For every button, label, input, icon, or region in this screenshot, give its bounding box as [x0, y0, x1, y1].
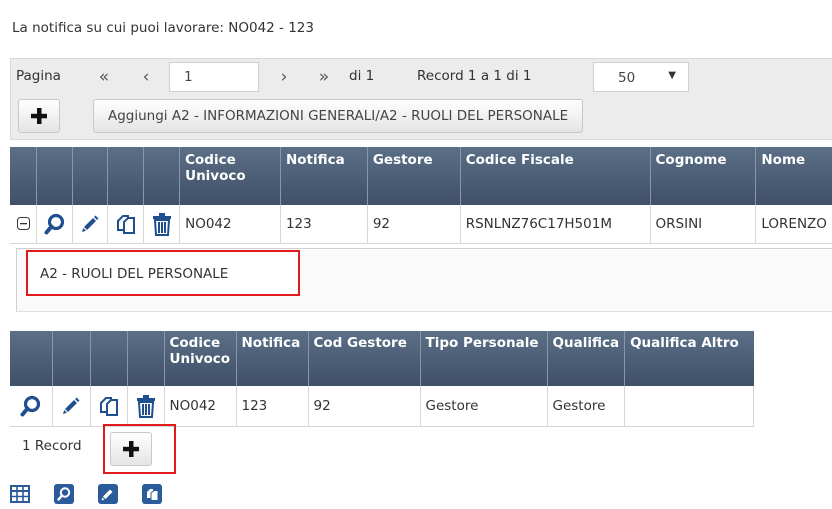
- cell-codice-fiscale: RSNLNZ76C17H501M: [460, 205, 651, 244]
- column-header-cod-gestore[interactable]: Cod Gestore: [308, 331, 421, 386]
- cell-cod-gestore: 92: [308, 386, 421, 427]
- cell-tipo-personale: Gestore: [420, 386, 548, 427]
- double-chevron-left-icon: «: [98, 67, 110, 87]
- pager-toolbar: Pagina « ‹ 1 › » di 1 Record 1 a 1 di 1 …: [10, 58, 832, 140]
- header-spacer: [107, 147, 145, 205]
- cell-notifica: 123: [280, 205, 368, 244]
- add-record-button[interactable]: Aggiungi A2 - INFORMAZIONI GENERALI/A2 -…: [93, 99, 584, 133]
- header-spacer: [10, 147, 38, 205]
- cell-gestore: 92: [367, 205, 461, 244]
- column-header-gestore[interactable]: Gestore: [367, 147, 461, 205]
- collapse-minus-icon[interactable]: [16, 217, 30, 231]
- delete-cell[interactable]: [127, 386, 165, 427]
- copy-icon[interactable]: [115, 213, 137, 235]
- pencil-icon[interactable]: [80, 214, 100, 234]
- column-header-nome[interactable]: Nome: [755, 147, 832, 205]
- subgrid-header: Codice Univoco Notifica Cod Gestore Tipo…: [10, 331, 754, 386]
- chevron-left-icon: ‹: [142, 67, 150, 87]
- trash-icon[interactable]: [135, 394, 157, 418]
- column-header-codice-fiscale[interactable]: Codice Fiscale: [460, 147, 651, 205]
- pencil-icon[interactable]: [98, 484, 118, 504]
- highlight-box: [103, 424, 176, 474]
- last-page-button[interactable]: »: [307, 62, 341, 92]
- search-icon[interactable]: [44, 213, 66, 235]
- page-title: La notifica su cui puoi lavorare: NO042 …: [12, 20, 314, 36]
- tab-ruoli-del-personale[interactable]: A2 - RUOLI DEL PERSONALE: [26, 250, 300, 296]
- main-grid-header: Codice Univoco Notifica Gestore Codice F…: [10, 147, 832, 205]
- column-header-cognome[interactable]: Cognome: [650, 147, 757, 205]
- column-header-qualifica[interactable]: Qualifica: [547, 331, 626, 386]
- search-icon[interactable]: [20, 395, 42, 417]
- column-header-tipo-personale[interactable]: Tipo Personale: [420, 331, 548, 386]
- copy-icon[interactable]: [98, 395, 120, 417]
- add-button[interactable]: [18, 99, 60, 133]
- cell-notifica: 123: [236, 386, 309, 427]
- cell-qualifica: Gestore: [547, 386, 626, 427]
- column-header-codice-univoco[interactable]: Codice Univoco: [164, 331, 237, 386]
- view-cell[interactable]: [10, 386, 53, 427]
- page-size-value: 50: [618, 70, 636, 86]
- prev-page-button[interactable]: ‹: [129, 62, 163, 92]
- table-row[interactable]: NO042 123 92 Gestore Gestore: [10, 386, 755, 427]
- column-header-qualifica-altro[interactable]: Qualifica Altro: [624, 331, 754, 386]
- chevron-right-icon: ›: [280, 67, 288, 87]
- column-header-notifica[interactable]: Notifica: [280, 147, 368, 205]
- view-cell[interactable]: [36, 205, 74, 244]
- header-spacer: [127, 331, 165, 386]
- records-range-label: Record 1 a 1 di 1: [417, 68, 532, 84]
- pencil-icon[interactable]: [61, 396, 81, 416]
- page-label: Pagina: [16, 68, 61, 84]
- cell-codice-univoco: NO042: [179, 205, 281, 244]
- expand-cell[interactable]: [10, 205, 38, 244]
- header-spacer: [90, 331, 128, 386]
- main-grid: Codice Univoco Notifica Gestore Codice F…: [10, 147, 832, 244]
- cell-codice-univoco: NO042: [164, 386, 237, 427]
- trash-icon[interactable]: [151, 212, 173, 236]
- cell-nome: LORENZO: [755, 205, 832, 244]
- next-page-button[interactable]: ›: [267, 62, 301, 92]
- subgrid-table: Codice Univoco Notifica Cod Gestore Tipo…: [10, 331, 755, 427]
- page-size-select[interactable]: 50 ▼: [593, 62, 689, 92]
- column-header-codice-univoco[interactable]: Codice Univoco: [179, 147, 281, 205]
- plus-icon: [31, 108, 47, 124]
- delete-cell[interactable]: [143, 205, 181, 244]
- page-number-input[interactable]: 1: [169, 62, 259, 92]
- subgrid-records-count: 1 Record: [22, 438, 82, 454]
- header-spacer: [52, 331, 91, 386]
- edit-cell[interactable]: [52, 386, 91, 427]
- search-icon[interactable]: [54, 484, 74, 504]
- cell-qualifica-altro: [624, 386, 755, 427]
- column-header-notifica[interactable]: Notifica: [236, 331, 309, 386]
- header-spacer: [10, 331, 53, 386]
- header-spacer: [143, 147, 181, 205]
- double-chevron-right-icon: »: [318, 67, 330, 87]
- header-spacer: [36, 147, 74, 205]
- table-row[interactable]: NO042 123 92 RSNLNZ76C17H501M ORSINI LOR…: [10, 205, 832, 244]
- copy-cell[interactable]: [107, 205, 145, 244]
- page-of-label: di 1: [349, 68, 375, 84]
- copy-cell[interactable]: [90, 386, 128, 427]
- grid-icon[interactable]: [10, 484, 30, 508]
- header-spacer: [72, 147, 109, 205]
- edit-cell[interactable]: [72, 205, 109, 244]
- cell-cognome: ORSINI: [650, 205, 757, 244]
- copy-icon[interactable]: [142, 484, 162, 504]
- first-page-button[interactable]: «: [87, 62, 121, 92]
- dropdown-caret-icon: ▼: [668, 70, 676, 81]
